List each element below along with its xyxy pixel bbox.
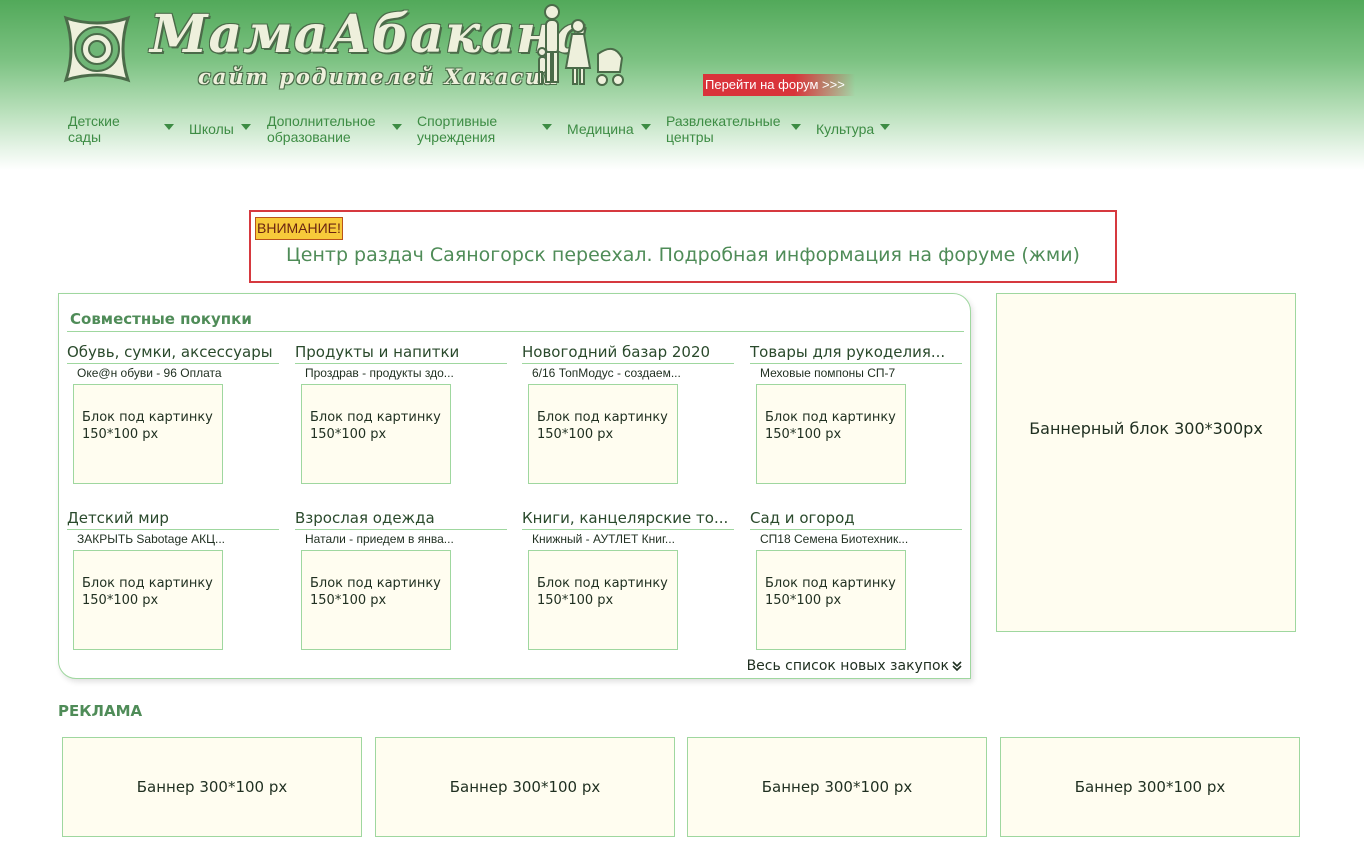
category-block: Товары для рукоделия... Меховые помпоны … <box>750 342 962 484</box>
ad-banner[interactable]: Баннер 300*100 px <box>62 737 362 837</box>
image-placeholder[interactable]: Блок под картинку 150*100 px <box>73 550 223 650</box>
caret-down-icon <box>542 124 552 130</box>
caret-down-icon <box>880 124 890 130</box>
nav-item-extra-education[interactable]: Дополнительное образование <box>267 112 402 146</box>
purchase-link[interactable]: СП18 Семена Биотехник... <box>760 532 962 547</box>
category-title-link[interactable]: Новогодний базар 2020 <box>522 342 734 362</box>
divider <box>67 331 964 332</box>
category-title-link[interactable]: Обувь, сумки, аксессуары <box>67 342 279 362</box>
purchase-link[interactable]: Меховые помпоны СП-7 <box>760 366 962 381</box>
nav-item-schools[interactable]: Школы <box>189 112 251 146</box>
nav-item-sports[interactable]: Спортивные учреждения <box>417 112 552 146</box>
panel-title: Совместные покупки <box>70 310 252 328</box>
announcement-box: ВНИМАНИЕ! Центр раздач Саяногорск переех… <box>249 210 1117 283</box>
image-placeholder[interactable]: Блок под картинку 150*100 px <box>301 384 451 484</box>
category-title-link[interactable]: Детский мир <box>67 508 279 528</box>
nav-item-label: Культура <box>816 121 875 137</box>
nav-item-kindergartens[interactable]: Детские сады <box>68 112 174 146</box>
site-logo-title[interactable]: МамаАбакана <box>150 4 588 66</box>
image-placeholder[interactable]: Блок под картинку 150*100 px <box>301 550 451 650</box>
caret-down-icon <box>392 124 402 130</box>
divider <box>67 529 279 530</box>
nav-item-label: Медицина <box>567 121 634 137</box>
nav-item-label: Спортивные учреждения <box>417 113 498 145</box>
banner-block-300x300[interactable]: Баннерный блок 300*300px <box>996 293 1296 632</box>
category-block: Взрослая одежда Натали - приедем в янва.… <box>295 508 507 650</box>
double-chevron-down-icon <box>952 661 962 671</box>
family-icon <box>537 4 624 86</box>
ad-banner[interactable]: Баннер 300*100 px <box>375 737 675 837</box>
warning-badge: ВНИМАНИЕ! <box>255 217 343 240</box>
caret-down-icon <box>641 124 651 130</box>
nav-item-entertainment[interactable]: Развлекательные центры <box>666 112 801 146</box>
forum-link-button[interactable]: Перейти на форум >>> <box>703 74 855 96</box>
category-title-link[interactable]: Продукты и напитки <box>295 342 507 362</box>
all-purchases-link[interactable]: Весь список новых закупок <box>747 658 962 674</box>
image-placeholder[interactable]: Блок под картинку 150*100 px <box>756 550 906 650</box>
nav-item-label: Развлекательные центры <box>666 113 781 145</box>
category-title-link[interactable]: Взрослая одежда <box>295 508 507 528</box>
joint-purchases-panel: Совместные покупки Обувь, сумки, аксессу… <box>58 293 971 679</box>
category-block: Обувь, сумки, аксессуары Оке@н обуви - 9… <box>67 342 279 484</box>
category-block: Сад и огород СП18 Семена Биотехник... Бл… <box>750 508 962 650</box>
image-placeholder[interactable]: Блок под картинку 150*100 px <box>528 384 678 484</box>
divider <box>750 529 962 530</box>
purchase-link[interactable]: Проздрав - продукты здо... <box>305 366 507 381</box>
all-purchases-label: Весь список новых закупок <box>746 658 949 674</box>
category-title-link[interactable]: Товары для рукоделия... <box>750 342 962 362</box>
divider <box>295 529 507 530</box>
category-block: Новогодний базар 2020 6/16 ТопМодус - со… <box>522 342 734 484</box>
category-block: Книги, канцелярские то... Книжный - АУТЛ… <box>522 508 734 650</box>
purchase-link[interactable]: Оке@н обуви - 96 Оплата <box>77 366 279 381</box>
purchase-link[interactable]: ЗАКРЫТЬ Sabotage АКЦ... <box>77 532 279 547</box>
caret-down-icon <box>164 124 174 130</box>
caret-down-icon <box>791 124 801 130</box>
ad-banner[interactable]: Баннер 300*100 px <box>687 737 987 837</box>
image-placeholder[interactable]: Блок под картинку 150*100 px <box>528 550 678 650</box>
purchase-link[interactable]: 6/16 ТопМодус - создаем... <box>532 366 734 381</box>
ad-banner[interactable]: Баннер 300*100 px <box>1000 737 1300 837</box>
purchase-link[interactable]: Натали - приедем в янва... <box>305 532 507 547</box>
nav-item-label: Дополнительное образование <box>267 113 376 145</box>
divider <box>522 363 734 364</box>
divider <box>750 363 962 364</box>
logo-emblem-icon[interactable] <box>60 12 134 86</box>
ads-section-title: РЕКЛАМА <box>58 702 143 720</box>
category-title-link[interactable]: Сад и огород <box>750 508 962 528</box>
nav-item-label: Детские сады <box>68 113 120 145</box>
announcement-link[interactable]: Центр раздач Саяногорск переехал. Подроб… <box>251 244 1115 266</box>
purchase-link[interactable]: Книжный - АУТЛЕТ Книг... <box>532 532 734 547</box>
site-logo-subtitle: сайт родителей Хакасии <box>198 64 560 89</box>
caret-down-icon <box>241 124 251 130</box>
image-placeholder[interactable]: Блок под картинку 150*100 px <box>756 384 906 484</box>
category-block: Продукты и напитки Проздрав - продукты з… <box>295 342 507 484</box>
image-placeholder[interactable]: Блок под картинку 150*100 px <box>73 384 223 484</box>
category-block: Детский мир ЗАКРЫТЬ Sabotage АКЦ... Блок… <box>67 508 279 650</box>
divider <box>295 363 507 364</box>
nav-item-medicine[interactable]: Медицина <box>567 112 651 146</box>
category-title-link[interactable]: Книги, канцелярские то... <box>522 508 734 528</box>
nav-item-label: Школы <box>189 121 234 137</box>
nav-item-culture[interactable]: Культура <box>816 112 890 146</box>
divider <box>67 363 279 364</box>
site-header: МамаАбакана сайт родителей Хакасии Перей… <box>0 0 1364 170</box>
divider <box>522 529 734 530</box>
